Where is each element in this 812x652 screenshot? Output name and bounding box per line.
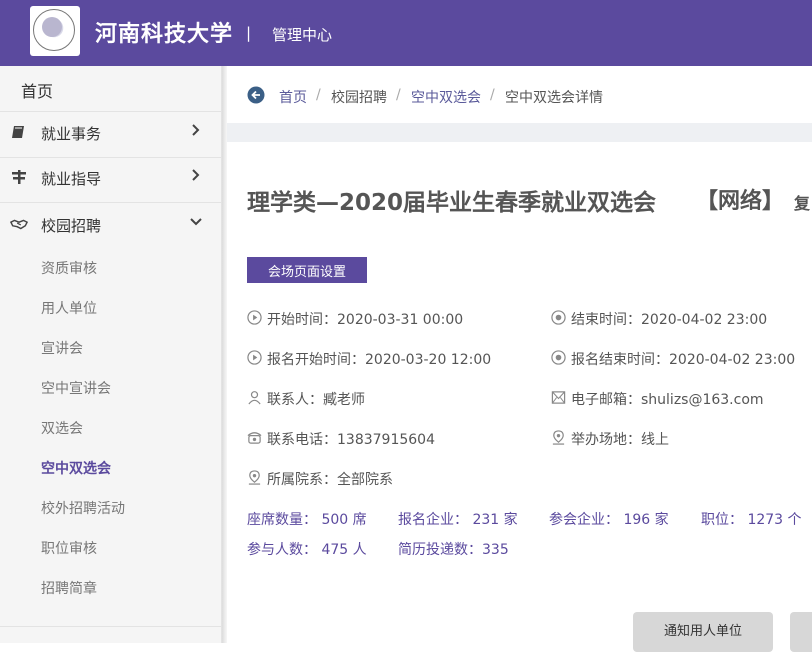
chevron-right-icon — [192, 124, 200, 136]
notify-employers-button[interactable]: 通知用人单位 — [633, 612, 773, 652]
header-separator: | — [246, 24, 252, 42]
breadcrumb-online-job-fair[interactable]: 空中双选会 — [411, 87, 481, 107]
page-title: 理学类—2020届毕业生春季就业双选会 — [247, 190, 657, 216]
top-header: 河南科技大学 | 管理中心 — [0, 0, 812, 66]
event-tag-extra: 复 — [794, 194, 811, 213]
sidebar-sub-online-presentations[interactable]: 空中宣讲会 — [41, 378, 111, 398]
location-pin-icon — [248, 470, 261, 485]
sidebar-divider — [0, 626, 222, 627]
sidebar-sub-offcampus-events[interactable]: 校外招聘活动 — [41, 498, 125, 518]
sidebar-item-employment-guidance[interactable]: 就业指导 — [0, 158, 222, 202]
breadcrumb-current: 空中双选会详情 — [505, 90, 603, 106]
sidebar-shadow — [222, 66, 227, 643]
play-circle-icon — [247, 350, 262, 365]
handshake-icon — [10, 219, 28, 230]
sidebar-sub-job-fairs[interactable]: 双选会 — [41, 418, 83, 438]
registration-end-text: 报名结束时间：2020-04-02 23:00 — [571, 352, 796, 368]
sidebar-item-campus-recruitment[interactable]: 校园招聘 — [0, 205, 222, 249]
chevron-down-icon — [190, 218, 202, 226]
content-gap — [227, 123, 812, 142]
brand-name[interactable]: 河南科技大学 — [95, 16, 233, 48]
sidebar-sub-employers[interactable]: 用人单位 — [41, 298, 97, 318]
sidebar-item-label: 就业指导 — [41, 170, 102, 188]
resumes-count: 简历投递数：335 — [398, 542, 509, 558]
user-icon — [248, 391, 261, 405]
venue-page-settings-button[interactable]: 会场页面设置 — [247, 257, 367, 283]
sidebar-sub-position-review[interactable]: 职位审核 — [41, 538, 97, 558]
registered-companies: 报名企业： 231 家 — [398, 512, 518, 528]
location-pin-icon — [552, 430, 565, 445]
contact-phone-text: 联系电话：13837915604 — [267, 432, 435, 448]
attending-companies: 参会企业： 196 家 — [549, 512, 669, 528]
university-seal-icon[interactable] — [30, 6, 80, 56]
header-subtitle: 管理中心 — [272, 26, 333, 44]
mail-icon — [551, 391, 566, 404]
sidebar-item-label: 校园招聘 — [41, 217, 102, 235]
sidebar: 首页 就业事务 就业指导 校园招聘 资质审核 用人单位 宣讲会 空中宣讲会 双选… — [0, 66, 222, 643]
sidebar-sub-online-job-fairs[interactable]: 空中双选会 — [41, 458, 111, 478]
signpost-icon — [12, 170, 26, 184]
breadcrumb-separator: / — [316, 87, 321, 103]
college-text: 所属院系：全部院系 — [267, 472, 393, 488]
breadcrumb-separator: / — [396, 87, 401, 103]
sidebar-item-employment-affairs[interactable]: 就业事务 — [0, 113, 222, 157]
play-circle-icon — [247, 310, 262, 325]
seats-count: 座席数量： 500 席 — [247, 512, 367, 528]
seal-center — [42, 17, 62, 37]
breadcrumb-campus-recruitment[interactable]: 校园招聘 — [331, 87, 387, 107]
breadcrumb-separator: / — [490, 87, 495, 103]
phone-icon — [247, 432, 262, 444]
stop-circle-icon — [551, 310, 566, 325]
sidebar-sub-qualification-review[interactable]: 资质审核 — [41, 258, 97, 278]
event-venue-text: 举办场地：线上 — [571, 432, 669, 448]
email-text[interactable]: 电子邮箱：shulizs@163.com — [571, 389, 764, 409]
participants-count: 参与人数： 475 人 — [247, 542, 367, 558]
registration-start-text: 报名开始时间：2020-03-20 12:00 — [267, 352, 492, 368]
breadcrumb-home[interactable]: 首页 — [279, 87, 307, 107]
end-time-text: 结束时间：2020-04-02 23:00 — [571, 312, 768, 328]
contact-person-text: 联系人：臧老师 — [267, 392, 365, 408]
chevron-right-icon — [192, 169, 200, 181]
sidebar-divider — [0, 202, 222, 203]
book-icon — [12, 126, 24, 138]
sidebar-sub-job-postings[interactable]: 招聘简章 — [41, 578, 97, 598]
sidebar-item-home[interactable]: 首页 — [21, 78, 53, 102]
stop-circle-icon — [551, 350, 566, 365]
start-time-text: 开始时间：2020-03-31 00:00 — [267, 312, 464, 328]
secondary-action-button[interactable] — [790, 612, 812, 652]
back-arrow-icon[interactable] — [247, 86, 265, 104]
event-type-tag: 【网络】 — [696, 189, 785, 214]
sidebar-sub-presentations[interactable]: 宣讲会 — [41, 338, 83, 358]
positions-count: 职位： 1273 个 — [701, 512, 802, 528]
sidebar-item-label: 就业事务 — [41, 125, 102, 143]
sidebar-divider — [0, 111, 222, 112]
